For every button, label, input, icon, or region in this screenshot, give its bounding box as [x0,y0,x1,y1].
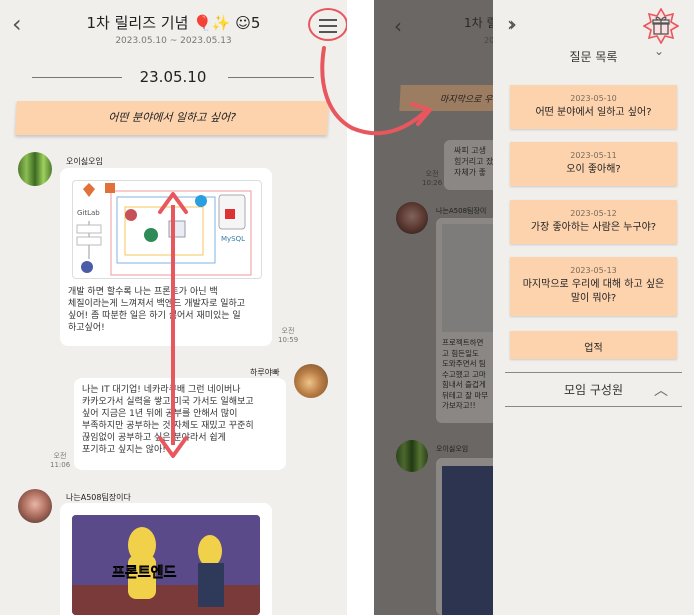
annotation-arrows [158,46,432,458]
